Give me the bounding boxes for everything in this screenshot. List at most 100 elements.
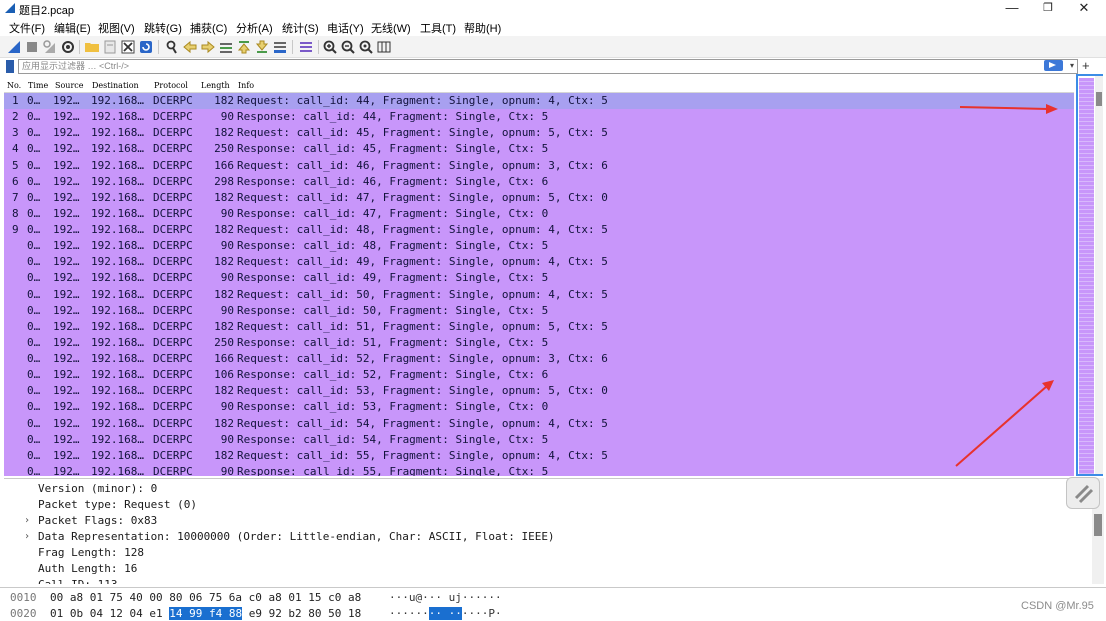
column-header-time[interactable]: Time — [28, 81, 48, 90]
filter-dropdown-icon[interactable]: ▾ — [1067, 60, 1077, 71]
packet-cell-len: 90 — [220, 464, 234, 476]
add-filter-button[interactable]: + — [1082, 58, 1094, 74]
packet-row[interactable]: 7 0… 192… 192.168… DCERPC 182 Request: call_id… — [4, 189, 1074, 206]
menu-help[interactable]: 帮助(H) — [464, 20, 501, 36]
details-scrollbar-thumb[interactable] — [1094, 514, 1102, 536]
packet-row[interactable]: 0… 192… 192.168… DCERPC 106 Response: call_id… — [4, 367, 1074, 384]
hex-ascii[interactable]: ········ ······P· — [389, 606, 502, 621]
packet-row[interactable]: 0… 192… 192.168… DCERPC 182 Request: call_id:… — [4, 318, 1074, 335]
column-header-protocol[interactable]: Protocol — [154, 81, 188, 90]
minimize-button[interactable]: — — [994, 0, 1030, 18]
normal-size-icon[interactable] — [358, 39, 374, 55]
menu-statistics[interactable]: 统计(S) — [282, 20, 319, 36]
hex-bytes-selected[interactable]: 14 99 f4 88 — [169, 607, 243, 620]
save-file-icon[interactable] — [102, 39, 118, 55]
autoscroll-icon[interactable] — [272, 39, 288, 55]
menu-telephony[interactable]: 电话(Y) — [327, 20, 364, 36]
packet-cell-proto: DCERPC — [153, 239, 193, 253]
find-magnifier-icon[interactable] — [164, 39, 180, 55]
packet-row[interactable]: 3 0… 192… 192.168… DCERPC 182 Request: call_id… — [4, 125, 1074, 142]
packet-row[interactable]: 0… 192… 192.168… DCERPC 182 Request: call_id:… — [4, 447, 1074, 464]
packet-cell-info: Response: call_id: 46, Fragment: Single,… — [237, 174, 549, 188]
close-file-icon[interactable] — [120, 39, 136, 55]
go-back-arrow-icon[interactable] — [182, 39, 198, 55]
packet-row[interactable]: 9 0… 192… 192.168… DCERPC 182 Request: call_id… — [4, 222, 1074, 239]
colorize-icon[interactable] — [298, 39, 314, 55]
packet-row[interactable]: 0… 192… 192.168… DCERPC 90 Response: call_id:… — [4, 302, 1074, 319]
column-header-source[interactable]: Source — [55, 81, 84, 90]
packet-row[interactable]: 8 0… 192… 192.168… DCERPC 90 Response: call_id… — [4, 205, 1074, 222]
reload-icon[interactable] — [138, 39, 154, 55]
menu-wireless[interactable]: 无线(W) — [371, 20, 411, 36]
column-header-no[interactable]: No. — [7, 81, 21, 90]
menu-analyze[interactable]: 分析(A) — [236, 20, 273, 36]
restart-fin-icon[interactable] — [42, 39, 58, 55]
hex-bytes[interactable]: 01 0b 04 12 04 e1 14 99 f4 88 e9 92 b2 8… — [50, 606, 361, 621]
column-header-info[interactable]: Info — [238, 81, 254, 90]
stop-square-icon[interactable] — [24, 39, 40, 55]
packet-row[interactable]: 0… 192… 192.168… DCERPC 182 Request: call_id:… — [4, 254, 1074, 271]
zoom-in-icon[interactable] — [322, 39, 338, 55]
first-packet-icon[interactable] — [236, 39, 252, 55]
packet-row[interactable]: 6 0… 192… 192.168… DCERPC 298 Response: call_i… — [4, 173, 1074, 190]
menu-view[interactable]: 视图(V) — [98, 20, 135, 36]
packet-row[interactable]: 0… 192… 192.168… DCERPC 182 Request: call_id:… — [4, 415, 1074, 432]
toolbar-separator — [158, 40, 159, 54]
packet-row[interactable]: 1 0… 192… 192.168… DCERPC 182 Request: call_id… — [4, 93, 1074, 110]
menu-capture[interactable]: 捕获(C) — [190, 20, 227, 36]
filter-bookmark-icon[interactable] — [6, 60, 14, 73]
menu-file[interactable]: 文件(F) — [9, 20, 45, 36]
packet-row[interactable]: 0… 192… 192.168… DCERPC 90 Response: call_id:… — [4, 431, 1074, 448]
packet-row[interactable]: 0… 192… 192.168… DCERPC 166 Request: call_id:… — [4, 351, 1074, 368]
packet-minimap[interactable] — [1076, 74, 1103, 476]
capture-options-gear-icon[interactable] — [60, 39, 76, 55]
hex-ascii-selected[interactable]: ·· ·· — [428, 607, 462, 620]
hex-ascii-pre[interactable]: ······ — [389, 607, 429, 620]
expand-chevron-icon[interactable]: › — [24, 513, 34, 529]
menu-tools[interactable]: 工具(T) — [420, 20, 456, 36]
packet-row[interactable]: 4 0… 192… 192.168… DCERPC 250 Response: call_i… — [4, 141, 1074, 158]
packet-row[interactable]: 0… 192… 192.168… DCERPC 90 Response: call_id:… — [4, 399, 1074, 416]
packet-cell-src: 192… — [53, 352, 80, 365]
close-button[interactable]: ✕ — [1066, 0, 1102, 18]
go-to-packet-icon[interactable] — [218, 39, 234, 55]
hex-bytes-post[interactable]: e9 92 b2 80 50 18 — [242, 607, 362, 620]
packet-row[interactable]: 0… 192… 192.168… DCERPC 90 Response: call_id:… — [4, 463, 1074, 476]
hex-bytes-pre[interactable]: 01 0b 04 12 04 e1 — [50, 607, 169, 620]
maximize-button[interactable]: ❐ — [1030, 0, 1066, 18]
packet-cell-no: 2 — [12, 110, 19, 124]
detail-text: Packet Flags: 0x83 — [38, 514, 158, 527]
resize-columns-icon[interactable] — [376, 39, 392, 55]
expand-chevron-icon[interactable]: › — [24, 529, 34, 545]
column-header-length[interactable]: Length — [201, 81, 230, 90]
packet-row[interactable]: 0… 192… 192.168… DCERPC 250 Response: call_id… — [4, 334, 1074, 351]
packet-list-scrollbar[interactable] — [1095, 76, 1103, 474]
packet-row[interactable]: 2 0… 192… 192.168… DCERPC 90 Response: call_id… — [4, 109, 1074, 126]
hex-ascii[interactable]: ···u@··· uj······ — [389, 590, 502, 606]
packet-row[interactable]: 5 0… 192… 192.168… DCERPC 166 Request: call_id… — [4, 157, 1074, 174]
hex-ascii-post[interactable]: ····P· — [462, 607, 502, 620]
shark-fin-start-icon[interactable] — [6, 39, 22, 55]
packet-row[interactable]: 0… 192… 192.168… DCERPC 90 Response: call_id:… — [4, 270, 1074, 287]
open-folder-icon[interactable] — [84, 39, 100, 55]
packet-cell-src: 192… — [53, 142, 80, 156]
packet-cell-len: 90 — [220, 271, 234, 285]
hex-bytes[interactable]: 00 a8 01 75 40 00 80 06 75 6a c0 a8 01 1… — [50, 590, 361, 606]
packet-cell-src: 192… — [53, 126, 80, 140]
zoom-out-icon[interactable] — [340, 39, 356, 55]
last-packet-icon[interactable] — [254, 39, 270, 55]
column-header-destination[interactable]: Destination — [92, 81, 139, 90]
apply-filter-arrow-icon[interactable] — [1044, 60, 1063, 71]
display-filter-input[interactable]: 应用显示过滤器 … <Ctrl-/> — [18, 59, 1078, 74]
menu-edit[interactable]: 编辑(E) — [54, 20, 91, 36]
packet-row[interactable]: 0… 192… 192.168… DCERPC 90 Response: call_id:… — [4, 238, 1074, 255]
go-forward-arrow-icon[interactable] — [200, 39, 216, 55]
packet-row[interactable]: 0… 192… 192.168… DCERPC 182 Request: call_id:… — [4, 286, 1074, 303]
packet-cell-info: Response: call_id: 48, Fragment: Single,… — [237, 239, 549, 253]
minimap-color-strip[interactable] — [1079, 78, 1094, 474]
menu-go[interactable]: 跳转(G) — [144, 20, 182, 36]
packet-cell-src: 192… — [53, 174, 80, 188]
scrollbar-thumb[interactable] — [1096, 92, 1102, 106]
packet-row[interactable]: 0… 192… 192.168… DCERPC 182 Request: call_id:… — [4, 383, 1074, 400]
floating-tool-button[interactable] — [1066, 477, 1100, 509]
